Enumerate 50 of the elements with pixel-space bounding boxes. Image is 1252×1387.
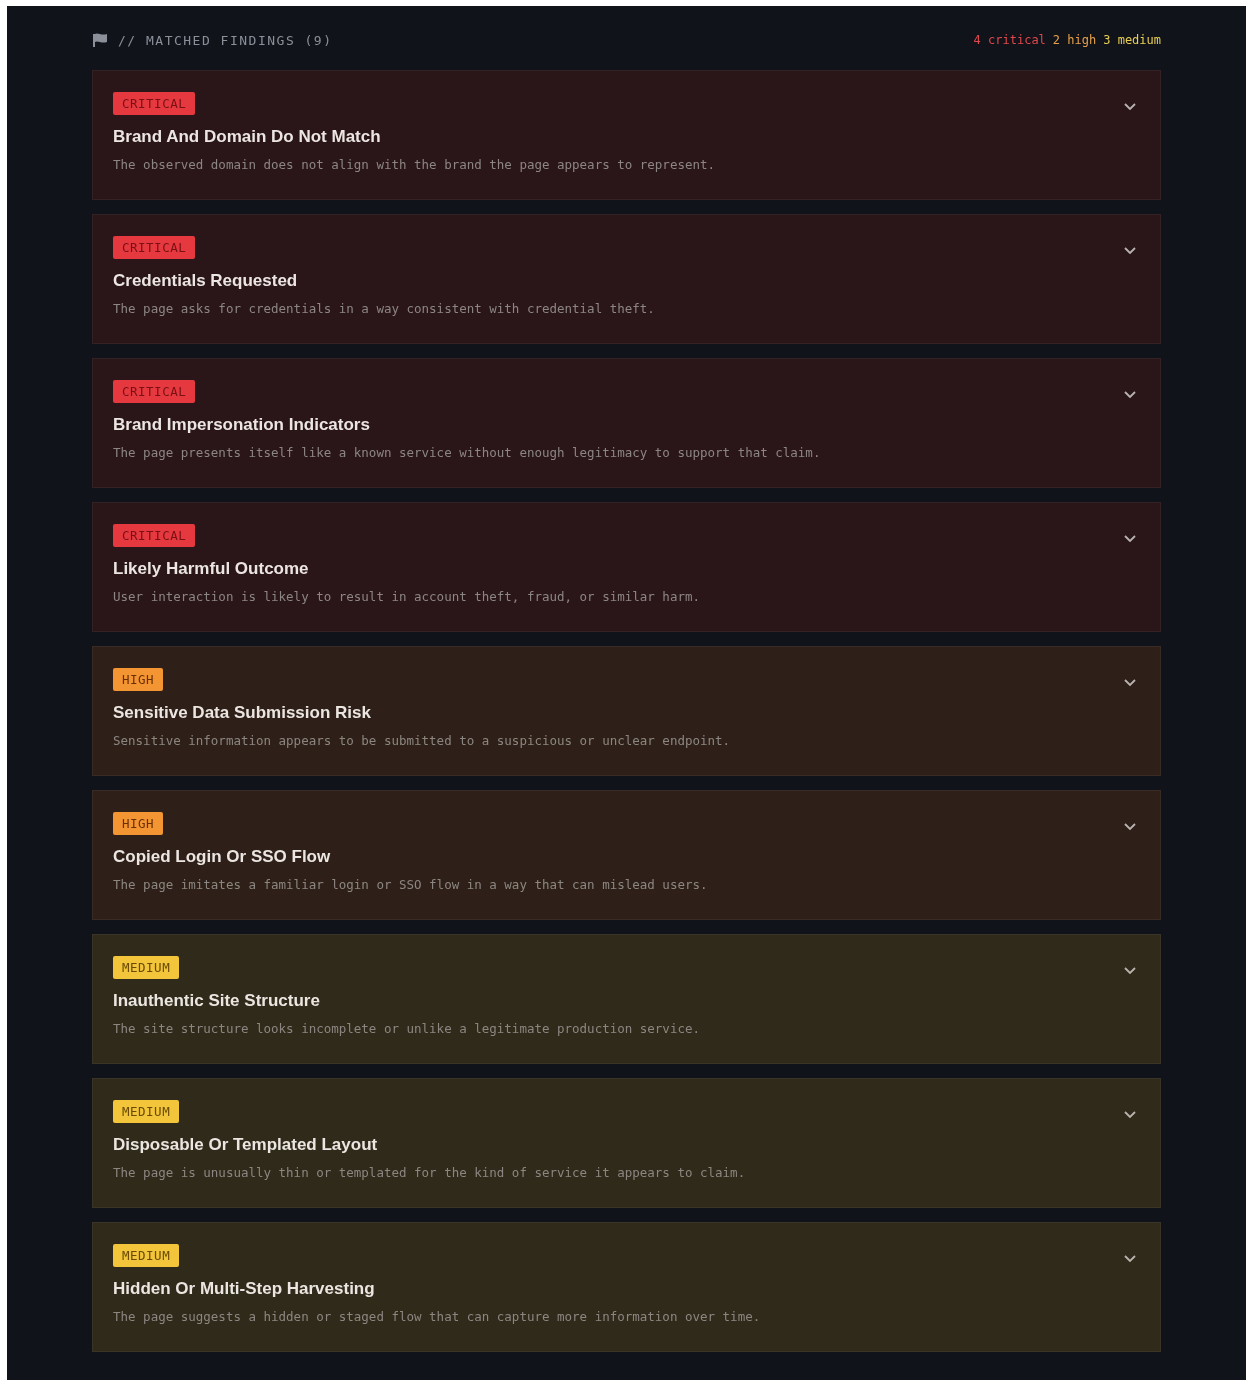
finding-description: Sensitive information appears to be submitted to a suspicious or unclear endpoint. <box>113 733 731 748</box>
finding-card[interactable]: CRITICAL Brand Impersonation Indicators The page presents itself like a known service without enough legitimacy to support that claim. <box>92 358 1161 488</box>
chevron-icon[interactable] <box>1124 679 1136 687</box>
finding-title: Hidden Or Multi-Step Harvesting <box>113 1279 375 1299</box>
finding-description: The site structure looks incomplete or unlike a legitimate production service. <box>113 1021 700 1036</box>
finding-title: Disposable Or Templated Layout <box>113 1135 378 1155</box>
finding-card[interactable]: CRITICAL Credentials Requested The page asks for credentials in a way consistent with credential theft. <box>92 214 1161 344</box>
severity-badge: CRITICAL <box>113 524 196 547</box>
chevron-icon[interactable] <box>1124 1111 1136 1119</box>
finding-title: Credentials Requested <box>113 271 298 291</box>
severity-count: 3 medium <box>1103 33 1161 47</box>
finding-card[interactable]: MEDIUM Inauthentic Site Structure The site structure looks incomplete or unlike a legitimate production service. <box>92 934 1161 1064</box>
chevron-icon[interactable] <box>1124 535 1136 543</box>
finding-title: Copied Login Or SSO Flow <box>113 847 331 867</box>
chevron-icon[interactable] <box>1124 391 1136 399</box>
finding-description: The page is unusually thin or templated for the kind of service it appears to claim. <box>113 1165 746 1180</box>
finding-description: User interaction is likely to result in account theft, fraud, or similar harm. <box>113 589 700 604</box>
chevron-icon[interactable] <box>1124 967 1136 975</box>
finding-description: The page presents itself like a known service without enough legitimacy to support that claim. <box>113 445 821 460</box>
section-title: // MATCHED FINDINGS (9) <box>118 32 333 48</box>
severity-badge: CRITICAL <box>113 380 196 403</box>
severity-badge: CRITICAL <box>113 236 196 259</box>
severity-count: 4 critical <box>973 33 1046 47</box>
finding-description: The observed domain does not align with the brand the page appears to represent. <box>113 157 716 172</box>
finding-card[interactable]: MEDIUM Hidden Or Multi-Step Harvesting The page suggests a hidden or staged flow that can capture more information over time. <box>92 1222 1161 1352</box>
severity-count: 2 high <box>1052 33 1097 47</box>
severity-badge: CRITICAL <box>113 92 196 115</box>
finding-title: Inauthentic Site Structure <box>113 991 320 1011</box>
finding-title: Brand Impersonation Indicators <box>113 415 370 435</box>
severity-badge: MEDIUM <box>113 1100 180 1123</box>
finding-card[interactable]: HIGH Copied Login Or SSO Flow The page imitates a familiar login or SSO flow in a way that can mislead users. <box>92 790 1161 920</box>
flag-icon <box>92 33 108 47</box>
finding-title: Likely Harmful Outcome <box>113 559 309 579</box>
finding-card[interactable]: CRITICAL Likely Harmful Outcome User interaction is likely to result in account theft, fraud, or similar harm. <box>92 502 1161 632</box>
finding-description: The page asks for credentials in a way consistent with credential theft. <box>113 301 655 316</box>
finding-title: Brand And Domain Do Not Match <box>113 127 381 147</box>
finding-card[interactable]: MEDIUM Disposable Or Templated Layout The page is unusually thin or templated for the kind of service it appears to claim. <box>92 1078 1161 1208</box>
chevron-icon[interactable] <box>1124 247 1136 255</box>
chevron-icon[interactable] <box>1124 823 1136 831</box>
severity-badge: MEDIUM <box>113 956 180 979</box>
chevron-icon[interactable] <box>1124 103 1136 111</box>
finding-description: The page suggests a hidden or staged flow that can capture more information over time. <box>113 1309 761 1324</box>
severity-badge: MEDIUM <box>113 1244 180 1267</box>
finding-card[interactable]: HIGH Sensitive Data Submission Risk Sensitive information appears to be submitted to a suspicious or unclear endpoint. <box>92 646 1161 776</box>
severity-badge: HIGH <box>113 812 164 835</box>
severity-badge: HIGH <box>113 668 164 691</box>
finding-card[interactable]: CRITICAL Brand And Domain Do Not Match The observed domain does not align with the brand the page appears to represent. <box>92 70 1161 200</box>
chevron-icon[interactable] <box>1124 1255 1136 1263</box>
finding-description: The page imitates a familiar login or SSO flow in a way that can mislead users. <box>113 877 708 892</box>
finding-title: Sensitive Data Submission Risk <box>113 703 371 723</box>
